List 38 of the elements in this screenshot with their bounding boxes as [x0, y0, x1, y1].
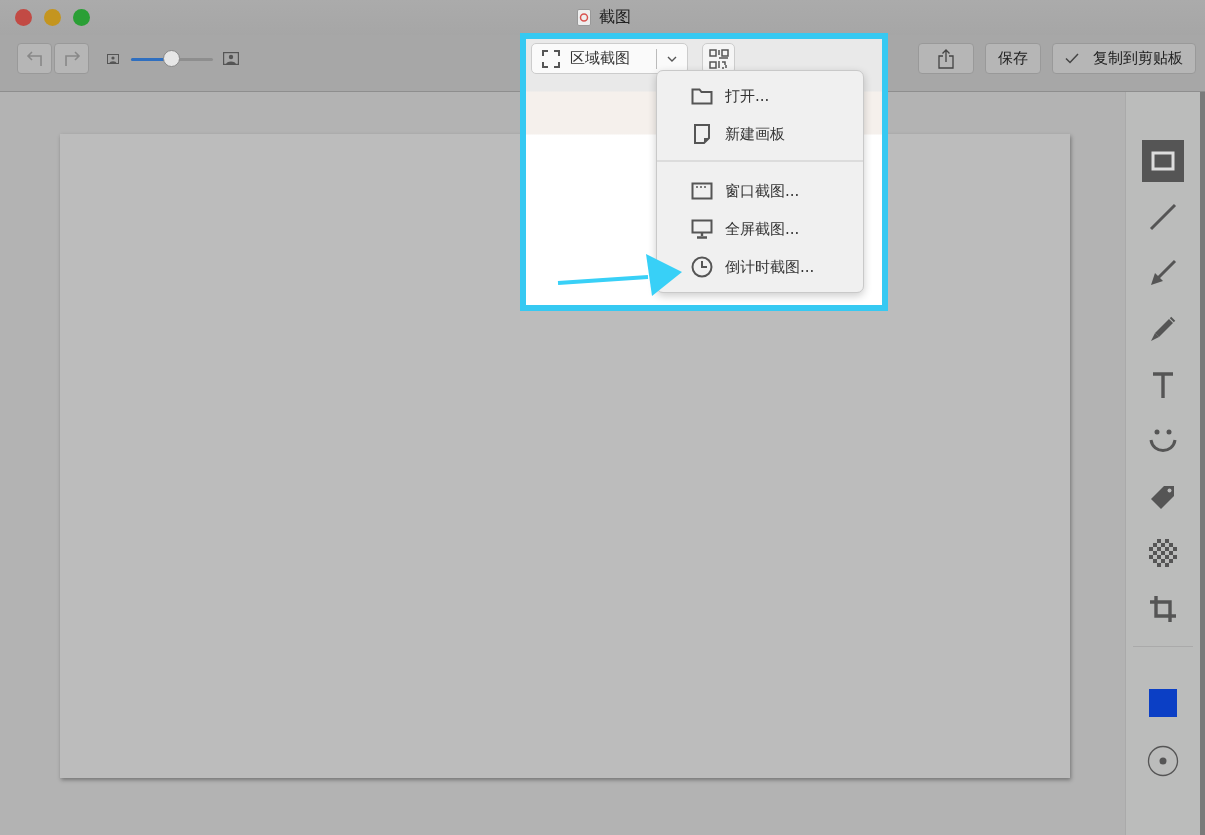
window-title: 截图	[599, 7, 631, 28]
menu-item[interactable]: 倒计时截图...	[691, 248, 863, 286]
chevron-down-icon	[667, 55, 677, 62]
rectangle-icon	[1150, 150, 1176, 172]
crop-icon	[1149, 595, 1177, 623]
arrow-icon	[1149, 259, 1177, 287]
smiley-icon	[1149, 428, 1177, 454]
small-image-icon	[107, 54, 119, 64]
capture-mode-button[interactable]: 区域截图	[531, 43, 688, 74]
clock-icon	[691, 256, 713, 278]
copy-to-clipboard-button[interactable]: 复制到剪贴板	[1052, 43, 1196, 74]
menu-item[interactable]: 窗口截图...	[691, 172, 863, 210]
menu-item[interactable]: 新建画板	[691, 115, 863, 153]
undo-icon	[24, 50, 45, 67]
stroke-size-icon[interactable]	[1147, 745, 1179, 777]
zoom-slider[interactable]	[131, 50, 213, 69]
rectangle-tool[interactable]	[1142, 140, 1184, 182]
pencil-icon	[1149, 315, 1177, 343]
line-icon	[1149, 203, 1177, 231]
checkerboard-icon	[1149, 539, 1177, 567]
tag-icon	[1149, 483, 1177, 511]
document-icon	[691, 124, 713, 144]
folder-icon	[691, 87, 713, 105]
text-icon	[1152, 372, 1174, 398]
menu-item[interactable]: 打开...	[691, 77, 863, 115]
window-icon	[691, 182, 713, 200]
share-icon	[938, 48, 954, 69]
region-icon	[542, 49, 560, 68]
share-button[interactable]	[918, 43, 974, 74]
menu-item[interactable]: 全屏截图...	[691, 210, 863, 248]
checkmark-icon	[1065, 53, 1079, 64]
monitor-icon	[691, 219, 713, 239]
save-button[interactable]: 保存	[985, 43, 1041, 74]
qr-code-icon	[708, 48, 729, 69]
color-swatch[interactable]	[1149, 689, 1177, 717]
app-icon	[577, 9, 591, 26]
large-image-icon	[223, 52, 239, 65]
close-button[interactable]	[15, 9, 32, 26]
